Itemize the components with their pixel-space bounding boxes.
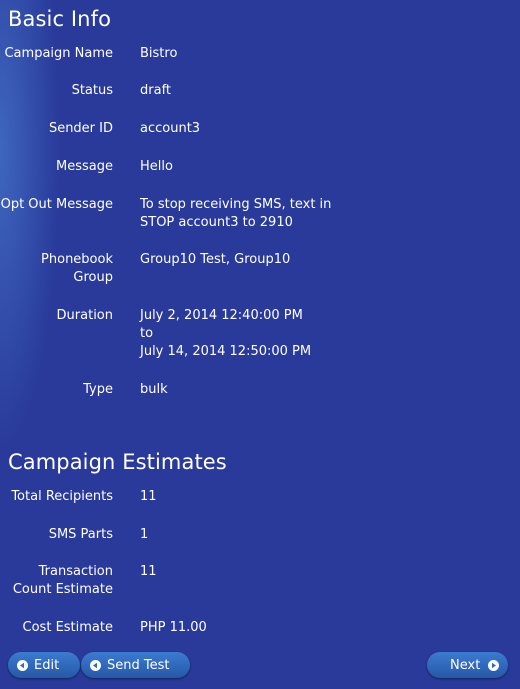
campaign-name-value: Bistro bbox=[140, 46, 178, 61]
cost-estimate-label: Cost Estimate bbox=[22, 620, 113, 635]
edit-button[interactable]: Edit bbox=[8, 652, 80, 678]
phonebook-group-value: Group10 Test, Group10 bbox=[140, 252, 291, 267]
sender-id-label: Sender ID bbox=[48, 121, 113, 136]
basic-info-title: Basic Info bbox=[8, 7, 112, 31]
duration-end: July 14, 2014 12:50:00 PM bbox=[140, 344, 312, 359]
arrow-right-circle-icon bbox=[488, 659, 500, 671]
phonebook-label-line-1: Phonebook bbox=[41, 252, 113, 267]
duration-to: to bbox=[140, 326, 154, 341]
total-recipients-label: Total Recipients bbox=[11, 489, 113, 504]
total-recipients-value: 11 bbox=[140, 489, 157, 504]
opt-out-message-value: To stop receiving SMS, text in STOP acco… bbox=[140, 196, 340, 232]
phonebook-label-line-2: Group bbox=[73, 270, 113, 285]
cost-estimate-value: PHP 11.00 bbox=[140, 620, 207, 635]
send-test-button[interactable]: Send Test bbox=[81, 652, 190, 678]
sender-id-value: account3 bbox=[140, 121, 201, 136]
edit-button-label: Edit bbox=[34, 657, 60, 673]
status-value: draft bbox=[140, 83, 172, 98]
opt-out-line-2: STOP account3 to 2910 bbox=[140, 215, 293, 230]
sms-parts-value: 1 bbox=[140, 527, 149, 542]
phonebook-group-label: Phonebook Group bbox=[3, 251, 113, 287]
type-value: bulk bbox=[140, 382, 168, 397]
transaction-label-line-2: Count Estimate bbox=[12, 582, 113, 597]
campaign-estimates-title: Campaign Estimates bbox=[8, 450, 227, 474]
opt-out-message-label: Opt Out Message bbox=[0, 197, 113, 212]
transaction-count-value: 11 bbox=[140, 564, 157, 579]
next-button[interactable]: Next bbox=[427, 652, 508, 678]
opt-out-line-1: To stop receiving SMS, text in bbox=[140, 197, 332, 212]
duration-value: July 2, 2014 12:40:00 PM to July 14, 201… bbox=[140, 307, 340, 361]
sms-parts-label: SMS Parts bbox=[48, 527, 113, 542]
type-label: Type bbox=[83, 382, 113, 397]
status-label: Status bbox=[71, 83, 113, 98]
message-label: Message bbox=[56, 159, 113, 174]
transaction-label-line-1: Transaction bbox=[38, 564, 113, 579]
duration-label: Duration bbox=[56, 308, 113, 323]
duration-start: July 2, 2014 12:40:00 PM bbox=[140, 308, 303, 323]
campaign-name-label: Campaign Name bbox=[4, 46, 113, 61]
send-test-button-label: Send Test bbox=[107, 657, 170, 673]
arrow-left-circle-icon bbox=[17, 659, 28, 671]
next-button-label: Next bbox=[450, 657, 481, 673]
message-value: Hello bbox=[140, 159, 173, 174]
arrow-left-circle-icon bbox=[90, 659, 101, 671]
transaction-count-label: Transaction Count Estimate bbox=[3, 563, 113, 599]
